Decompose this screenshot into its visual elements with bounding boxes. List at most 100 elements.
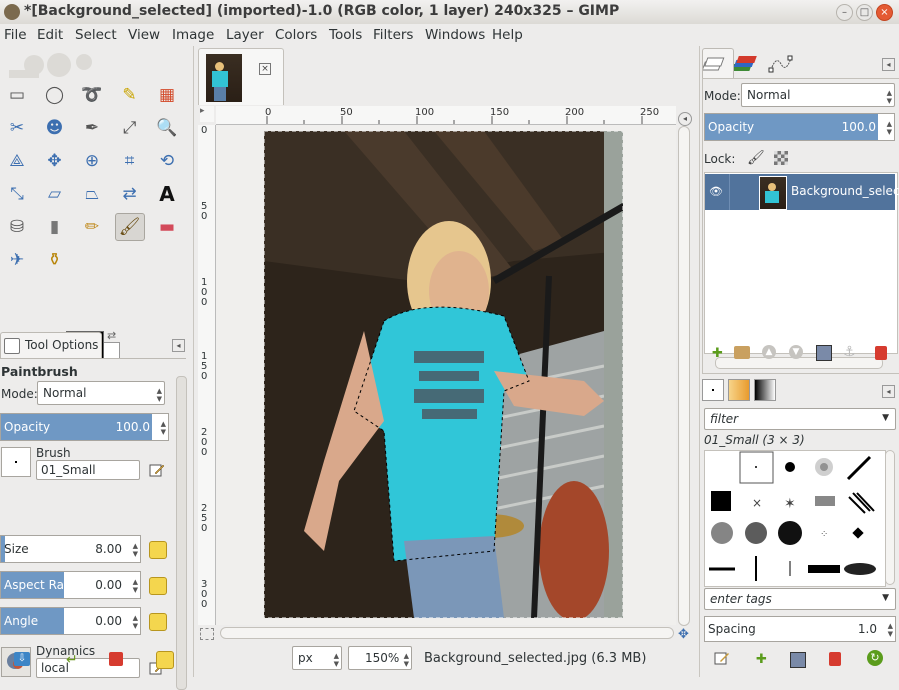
new-layer-group-icon[interactable] xyxy=(734,346,750,359)
minimize-button[interactable]: – xyxy=(836,4,853,21)
menu-tools[interactable]: Tools xyxy=(329,27,362,43)
menu-help[interactable]: Help xyxy=(492,27,523,43)
spacing-spin-icon[interactable]: ▲ ▼ xyxy=(888,622,893,638)
dynamics-name-field[interactable]: local xyxy=(36,658,140,678)
unit-select[interactable]: px ▲ ▼ xyxy=(292,646,342,670)
reset-options-icon[interactable] xyxy=(156,651,174,669)
menu-image[interactable]: Image xyxy=(172,27,214,43)
canvas-vscroll-up-icon[interactable]: ◂ xyxy=(678,112,692,126)
edit-brush-button-icon[interactable] xyxy=(714,650,730,666)
lock-pixels-icon[interactable]: 🖌 xyxy=(747,150,765,166)
horizontal-ruler[interactable]: 0 50 100 150 200 250 xyxy=(216,106,676,125)
navigate-icon[interactable]: ✥ xyxy=(678,627,689,642)
brush-preview[interactable] xyxy=(1,447,31,477)
rect-select-tool-icon[interactable]: ▭ xyxy=(2,81,32,109)
bucket-fill-tool-icon[interactable]: ⛁ xyxy=(2,213,32,241)
zoom-to-fit-icon[interactable] xyxy=(200,628,214,640)
layers-mode-select[interactable]: Normal ▲ ▼ xyxy=(741,83,895,107)
brush-filter-combo[interactable]: filter ▼ xyxy=(704,408,896,430)
lock-alpha-icon[interactable] xyxy=(774,151,788,165)
close-button[interactable]: × xyxy=(876,4,893,21)
flip-tool-icon[interactable]: ⇄ xyxy=(115,180,145,208)
tab-paths[interactable] xyxy=(766,50,794,78)
tab-brushes[interactable] xyxy=(702,379,724,401)
maximize-button[interactable]: □ xyxy=(856,4,873,21)
color-picker-tool-icon[interactable]: ⤢ xyxy=(115,114,145,142)
delete-brush-icon[interactable] xyxy=(829,652,841,666)
tab-patterns[interactable] xyxy=(728,379,750,401)
rotate-tool-icon[interactable]: ⟲ xyxy=(152,147,182,175)
duplicate-layer-icon[interactable] xyxy=(816,345,832,361)
aspect-ratio-slider[interactable]: Aspect Ratio 0.00 ▲ ▼ xyxy=(0,571,141,599)
size-reset-icon[interactable] xyxy=(149,541,167,559)
paths-tool-icon[interactable]: ✒ xyxy=(77,114,107,142)
layer-visibility-icon[interactable]: 👁 xyxy=(709,185,723,198)
mode-select[interactable]: Normal ▲ ▼ xyxy=(37,381,165,405)
image-tab[interactable]: × xyxy=(198,48,284,105)
menu-windows[interactable]: Windows xyxy=(425,27,485,43)
new-layer-icon[interactable]: ✚ xyxy=(712,346,723,361)
measure-tool-icon[interactable]: ⟁ xyxy=(2,147,32,175)
zoom-field[interactable]: 150% ▲ ▼ xyxy=(348,646,412,670)
align-tool-icon[interactable]: ⊕ xyxy=(77,147,107,175)
menu-colors[interactable]: Colors xyxy=(275,27,317,43)
quick-mask-corner[interactable]: ▸ xyxy=(200,106,214,122)
image-canvas[interactable] xyxy=(264,131,623,618)
size-spin-icon[interactable]: ▲ ▼ xyxy=(133,542,138,558)
swap-colors-icon[interactable]: ⇄ xyxy=(107,329,116,342)
opacity-spin-icon[interactable]: ▲ ▼ xyxy=(161,420,166,436)
lower-layer-icon[interactable]: ▼ xyxy=(789,345,803,359)
raise-layer-icon[interactable]: ▲ xyxy=(762,345,776,359)
delete-layer-icon[interactable] xyxy=(875,346,887,360)
zoom-tool-icon[interactable]: 🔍 xyxy=(152,114,182,142)
tab-gradients[interactable] xyxy=(754,379,776,401)
angle-reset-icon[interactable] xyxy=(149,613,167,631)
menu-view[interactable]: View xyxy=(128,27,160,43)
new-brush-icon[interactable]: ✚ xyxy=(756,652,767,667)
save-options-icon[interactable]: ⇩ xyxy=(14,652,30,666)
scissors-select-tool-icon[interactable]: ✂ xyxy=(2,114,32,142)
close-tab-icon[interactable]: × xyxy=(259,63,271,75)
duplicate-brush-icon[interactable] xyxy=(790,652,806,668)
menu-filters[interactable]: Filters xyxy=(373,27,413,43)
brush-tags-combo[interactable]: enter tags ▼ xyxy=(704,588,896,610)
brushes-panel-menu-icon[interactable]: ◂ xyxy=(882,385,895,398)
edit-brush-icon[interactable] xyxy=(149,462,165,478)
anchor-layer-icon[interactable]: ⚓ xyxy=(843,344,856,360)
panel-menu-icon[interactable]: ◂ xyxy=(172,339,185,352)
canvas-viewport[interactable] xyxy=(216,125,676,625)
aspect-reset-icon[interactable] xyxy=(149,577,167,595)
free-select-tool-icon[interactable]: ➰ xyxy=(77,81,107,109)
layer-opacity-spin-icon[interactable]: ▲ ▼ xyxy=(887,120,892,136)
blend-tool-icon[interactable]: ▮ xyxy=(40,213,70,241)
menu-layer[interactable]: Layer xyxy=(226,27,264,43)
fuzzy-select-tool-icon[interactable]: ✎ xyxy=(115,81,145,109)
size-slider[interactable]: Size 8.00 ▲ ▼ xyxy=(0,535,141,563)
layer-row[interactable]: 👁 Background_selected xyxy=(705,174,899,210)
airbrush-tool-icon[interactable]: ✈ xyxy=(2,246,32,274)
refresh-brushes-icon[interactable]: ↻ xyxy=(867,650,883,666)
tab-channels[interactable] xyxy=(731,50,762,78)
paintbrush-tool-icon[interactable]: 🖌 xyxy=(114,213,145,241)
brush-name-field[interactable]: 01_Small xyxy=(36,460,140,480)
crop-tool-icon[interactable]: ⌗ xyxy=(115,147,145,175)
clone-tool-icon[interactable]: ⚱ xyxy=(40,246,70,274)
angle-slider[interactable]: Angle 0.00 ▲ ▼ xyxy=(0,607,141,635)
layers-panel-menu-icon[interactable]: ◂ xyxy=(882,58,895,71)
foreground-select-tool-icon[interactable]: ☻ xyxy=(40,114,70,142)
layer-opacity-slider[interactable]: Opacity 100.0 ▲ ▼ xyxy=(704,113,895,141)
color-select-tool-icon[interactable]: ▦ xyxy=(152,81,182,109)
menu-select[interactable]: Select xyxy=(75,27,117,43)
perspective-tool-icon[interactable]: ⏢ xyxy=(77,180,107,208)
tool-options-scrollbar[interactable] xyxy=(176,376,187,690)
menu-edit[interactable]: Edit xyxy=(37,27,63,43)
scale-tool-icon[interactable]: ⤡ xyxy=(2,180,32,208)
opacity-slider[interactable]: Opacity 100.0 ▲ ▼ xyxy=(0,413,169,441)
canvas-horizontal-scrollbar[interactable] xyxy=(220,627,674,639)
tab-layers[interactable] xyxy=(701,48,734,79)
layer-chain-icon[interactable] xyxy=(729,174,730,210)
move-tool-icon[interactable]: ✥ xyxy=(40,147,70,175)
text-tool-icon[interactable]: A xyxy=(152,180,182,208)
layer-name[interactable]: Background_selected xyxy=(791,184,899,198)
pencil-tool-icon[interactable]: ✏ xyxy=(77,213,107,241)
